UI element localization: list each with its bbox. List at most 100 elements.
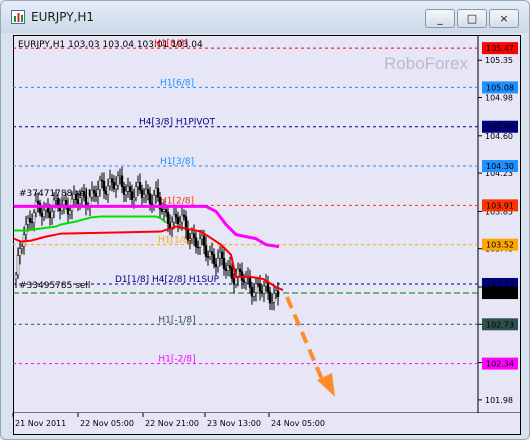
- candle-body: [188, 238, 192, 241]
- candle-body: [110, 178, 114, 183]
- candle-body: [30, 221, 34, 224]
- candle-body: [96, 189, 100, 197]
- candle-body: [222, 258, 226, 270]
- candle-body: [162, 209, 166, 212]
- x-tick-label: 24 Nov 05:00: [271, 419, 325, 428]
- candle-body: [42, 209, 46, 217]
- candle-body: [242, 280, 246, 283]
- y-tick-label: 101.98: [485, 396, 513, 405]
- candle-body: [268, 291, 272, 304]
- candle-body: [98, 179, 102, 190]
- chart-window: EURJPY,H1 _ □ × H1[8/8] H1[6/8] H4[3/8] H1…: [0, 0, 530, 440]
- candle-body: [172, 214, 176, 223]
- y-tick-label: 105.35: [485, 56, 513, 65]
- x-tick-label: 22 Nov 05:00: [80, 419, 134, 428]
- candle-body: [68, 210, 72, 215]
- candle-body: [264, 282, 268, 287]
- candle-body: [102, 180, 106, 192]
- current-price-tag-label: 103.04: [486, 289, 514, 298]
- candle-body: [148, 193, 152, 204]
- price-tag-label: 104.69: [486, 123, 514, 132]
- candle-body: [152, 194, 156, 206]
- candle-body: [144, 189, 148, 196]
- candle-body: [164, 209, 168, 213]
- candle-body: [118, 175, 122, 178]
- candle-body: [104, 190, 108, 195]
- level-label: H4[3/8] H1PIVOT: [139, 118, 216, 128]
- candle-body: [14, 274, 18, 280]
- price-tag-label: 105.08: [486, 83, 514, 92]
- candle-body: [108, 178, 112, 187]
- chart-header: EURJPY,H1 103.03 103.04 103.01 103.04: [18, 40, 203, 50]
- candle-body: [190, 233, 194, 239]
- price-tag-label: 103.52: [486, 241, 514, 250]
- candle-body: [18, 248, 22, 256]
- candle-body: [266, 282, 270, 293]
- candle-body: [218, 251, 222, 259]
- level-label: D1[1/8] H4[2/8] H1SUP: [115, 275, 220, 285]
- candle-body: [250, 287, 254, 297]
- candle-body: [192, 233, 196, 238]
- candle-body: [198, 238, 202, 248]
- candle-body: [16, 255, 20, 276]
- candle-body: [122, 186, 126, 195]
- level-label: H1[6/8]: [160, 78, 194, 88]
- candle-body: [174, 214, 178, 218]
- candle-body: [136, 182, 140, 188]
- y-tick-label: 104.98: [485, 93, 513, 102]
- candle-body: [248, 276, 252, 288]
- candle-body: [212, 254, 216, 265]
- candle-body: [128, 186, 132, 192]
- candle-body: [220, 251, 224, 259]
- candle-body: [126, 186, 130, 192]
- candle-body: [186, 229, 190, 241]
- candle-body: [258, 283, 262, 292]
- candle-body: [208, 251, 212, 257]
- candle-body: [32, 212, 36, 224]
- candle-body: [276, 290, 280, 298]
- price-tag-label: 103.91: [486, 201, 514, 210]
- candle-body: [214, 263, 218, 267]
- candle-body: [260, 291, 264, 294]
- candle-body: [202, 235, 206, 246]
- plot-area: [13, 35, 478, 413]
- candle-body: [140, 189, 144, 198]
- candle-body: [180, 214, 184, 223]
- candle-body: [228, 265, 232, 269]
- candle-body: [76, 199, 80, 204]
- candle-body: [270, 302, 274, 304]
- price-tag-label: 102.34: [486, 360, 514, 369]
- candle-body: [178, 221, 182, 225]
- candle-body: [132, 197, 136, 200]
- candle-body: [116, 175, 120, 186]
- candle-body: [28, 218, 32, 223]
- candle-body: [150, 203, 154, 206]
- level-label: H1[-1/8]: [158, 315, 195, 325]
- candle-body: [230, 267, 234, 279]
- candle-body: [274, 290, 278, 294]
- candle-body: [20, 246, 24, 249]
- candle-body: [90, 189, 94, 198]
- candle-body: [50, 211, 54, 218]
- candle-body: [26, 218, 30, 225]
- candle-body: [124, 191, 128, 195]
- candle-body: [120, 175, 124, 187]
- price-tag-label: 102.73: [486, 320, 514, 329]
- candle-body: [256, 283, 260, 285]
- price-chart[interactable]: H1[8/8]H1[6/8]H4[3/8] H1PIVOTH1[3/8]H1[2…: [1, 1, 529, 439]
- candle-body: [156, 187, 160, 198]
- y-tick-label: 104.60: [485, 132, 513, 141]
- candle-body: [112, 182, 116, 190]
- candle-body: [160, 208, 164, 212]
- candle-body: [216, 258, 220, 267]
- candle-body: [94, 193, 98, 197]
- candle-body: [134, 186, 138, 198]
- level-label: H1[3/8]: [160, 157, 194, 167]
- x-tick-label: 21 Nov 2011: [15, 419, 66, 428]
- candle-body: [238, 268, 242, 272]
- candle-body: [36, 200, 40, 204]
- candle-body: [182, 214, 186, 217]
- candle-body: [100, 179, 104, 182]
- candle-body: [272, 293, 276, 303]
- candle-body: [62, 200, 66, 206]
